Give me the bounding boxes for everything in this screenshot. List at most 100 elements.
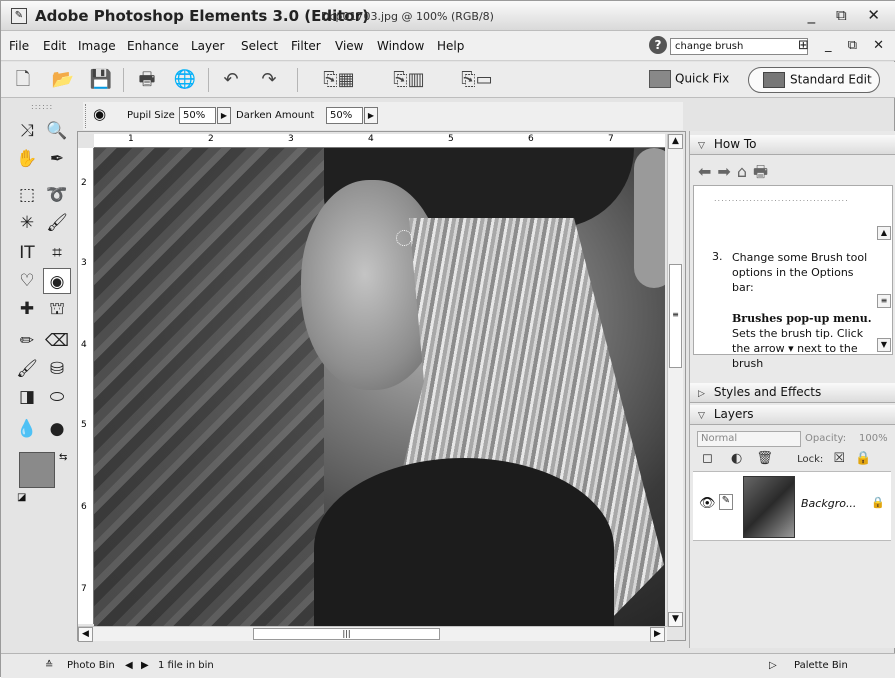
create-slideshow-icon[interactable]: ⎘▥	[391, 68, 427, 92]
gradient-tool-icon[interactable]: ◨	[13, 384, 41, 410]
create-card-icon[interactable]: ⎘▭	[459, 68, 495, 92]
undo-icon[interactable]: ↶	[219, 68, 243, 92]
paint-bucket-tool-icon[interactable]: ⛁	[43, 356, 71, 382]
menu-layer[interactable]: Layer	[191, 39, 224, 53]
zoom-tool-icon[interactable]: 🔍	[43, 118, 71, 144]
magic-wand-tool-icon[interactable]: ✳	[13, 210, 41, 236]
step-number: 3.	[712, 250, 723, 263]
styles-palette-header[interactable]: ▷ Styles and Effects	[690, 383, 895, 403]
crop-tool-icon[interactable]: ⌗	[43, 240, 71, 266]
home-icon[interactable]: ⌂	[737, 162, 753, 181]
forward-arrow-icon[interactable]: ➡	[717, 162, 736, 181]
delete-layer-icon[interactable]: 🗑	[756, 451, 773, 466]
menu-file[interactable]: File	[9, 39, 29, 53]
horizontal-scrollbar[interactable]: ◀ ||| ▶	[78, 626, 667, 642]
document-window-controls[interactable]: ⊞ _ ⧉ ✕	[798, 38, 890, 53]
menu-enhance[interactable]: Enhance	[127, 39, 179, 53]
blend-mode-select[interactable]: Normal	[697, 431, 801, 447]
photo-bin-toggle-icon[interactable]: ≙	[45, 660, 53, 671]
standard-edit-button[interactable]: Standard Edit	[748, 67, 880, 93]
layer-row-background[interactable]: 👁 ✎ Backgro... 🔒	[693, 471, 891, 541]
menu-view[interactable]: View	[335, 39, 363, 53]
pupil-size-arrow-icon[interactable]: ▶	[217, 107, 231, 124]
palette-bin-toggle-icon[interactable]: ▷	[769, 660, 777, 671]
darken-amount-field[interactable]: 50%	[326, 107, 363, 124]
back-arrow-icon[interactable]: ⬅	[698, 162, 717, 181]
save-icon[interactable]: 💾	[89, 68, 113, 92]
lock-all-icon[interactable]: 🔒	[855, 451, 871, 466]
type-tool-icon[interactable]: IT	[13, 240, 41, 266]
cookie-cutter-tool-icon[interactable]: ♡	[13, 268, 41, 294]
move-tool-icon[interactable]: ⤨	[13, 118, 41, 144]
redo-icon[interactable]: ↷	[257, 68, 281, 92]
quick-fix-button[interactable]: Quick Fix	[649, 70, 729, 88]
blur-tool-icon[interactable]: 💧	[13, 416, 41, 442]
scroll-up-icon[interactable]: ▲	[668, 134, 683, 149]
menu-edit[interactable]: Edit	[43, 39, 66, 53]
create-photo-icon[interactable]: ⎘▦	[321, 68, 357, 92]
online-services-icon[interactable]: 🌐	[173, 68, 197, 92]
print-howto-icon[interactable]: 🖶	[753, 162, 774, 181]
help-search-input[interactable]: change brush	[670, 38, 808, 55]
scroll-left-icon[interactable]: ◀	[78, 627, 93, 642]
eyedropper-tool-icon[interactable]: ✒	[43, 146, 71, 172]
layers-palette-header[interactable]: ▽ Layers	[690, 405, 895, 425]
clone-stamp-tool-icon[interactable]: ⛫	[43, 296, 71, 322]
howto-scroll-down-icon[interactable]: ▼	[877, 338, 891, 352]
lock-label: Lock:	[797, 454, 824, 465]
ruler-tick-label: 1	[128, 134, 134, 144]
menu-window[interactable]: Window	[377, 39, 424, 53]
menu-filter[interactable]: Filter	[291, 39, 321, 53]
darken-amount-arrow-icon[interactable]: ▶	[364, 107, 378, 124]
options-bar-grip[interactable]	[85, 104, 88, 128]
hand-tool-icon[interactable]: ✋	[13, 146, 41, 172]
swap-colors-icon[interactable]: ⇆	[59, 452, 67, 463]
vertical-scroll-thumb[interactable]: ≡	[669, 264, 682, 368]
scroll-down-icon[interactable]: ▼	[668, 612, 683, 627]
open-file-icon[interactable]: 📂	[51, 68, 75, 92]
healing-brush-tool-icon[interactable]: ✚	[13, 296, 41, 322]
vertical-scrollbar[interactable]: ▲ ≡ ▼	[667, 134, 683, 627]
lock-transparency-icon[interactable]: ☒	[833, 451, 845, 466]
new-file-icon[interactable]: 🗋	[11, 68, 35, 92]
sponge-tool-icon[interactable]: ●	[43, 416, 71, 442]
menu-image[interactable]: Image	[78, 39, 116, 53]
image-canvas[interactable]	[94, 148, 665, 626]
opacity-value[interactable]: 100%	[859, 433, 888, 444]
bin-back-icon[interactable]: ◀	[125, 660, 133, 671]
horizontal-scroll-thumb[interactable]: |||	[253, 628, 440, 640]
howto-palette-header[interactable]: ▽ How To	[690, 135, 895, 155]
window-controls[interactable]: _ ⧉ ✕	[808, 6, 888, 24]
red-eye-tool-preset-icon[interactable]: ◉	[93, 105, 106, 123]
howto-scroll-up-icon[interactable]: ▲	[877, 226, 891, 240]
menu-select[interactable]: Select	[241, 39, 278, 53]
collapse-triangle-icon: ▽	[698, 141, 705, 151]
print-icon[interactable]: 🖶	[135, 68, 159, 92]
eraser-tool-icon[interactable]: ⌫	[43, 328, 71, 354]
toolbar-divider	[208, 68, 209, 92]
howto-scroll-thumb[interactable]: ≡	[877, 294, 891, 308]
pupil-size-field[interactable]: 50%	[179, 107, 216, 124]
photo-bin-label[interactable]: Photo Bin	[67, 660, 115, 671]
default-colors-icon[interactable]: ◪	[17, 492, 26, 503]
new-layer-icon[interactable]: ◻	[702, 451, 713, 466]
bin-forward-icon[interactable]: ▶	[141, 660, 149, 671]
pencil-tool-icon[interactable]: ✏	[13, 328, 41, 354]
red-eye-tool-icon[interactable]: ◉	[43, 268, 71, 294]
lasso-tool-icon[interactable]: ➰	[43, 182, 71, 208]
toolbox-grip[interactable]: ::::::	[31, 102, 53, 111]
shape-tool-icon[interactable]: ⬭	[43, 384, 71, 410]
document-title: Dcp01703.jpg @ 100% (RGB/8)	[321, 10, 494, 23]
adjustment-layer-icon[interactable]: ◐	[731, 451, 742, 466]
red-eye-cursor-icon	[396, 230, 412, 246]
palette-bin-label[interactable]: Palette Bin	[794, 660, 848, 671]
menu-help[interactable]: Help	[437, 39, 464, 53]
help-icon[interactable]: ?	[649, 36, 667, 54]
foreground-color-swatch[interactable]	[19, 452, 55, 488]
layer-visibility-eye-icon[interactable]: 👁	[699, 496, 716, 511]
ruler-tick-label: 3	[288, 134, 294, 144]
selection-brush-tool-icon[interactable]: 🖌	[43, 210, 71, 236]
brush-tool-icon[interactable]: 🖌	[13, 356, 41, 382]
scroll-right-icon[interactable]: ▶	[650, 627, 665, 642]
marquee-tool-icon[interactable]: ⬚	[13, 182, 41, 208]
